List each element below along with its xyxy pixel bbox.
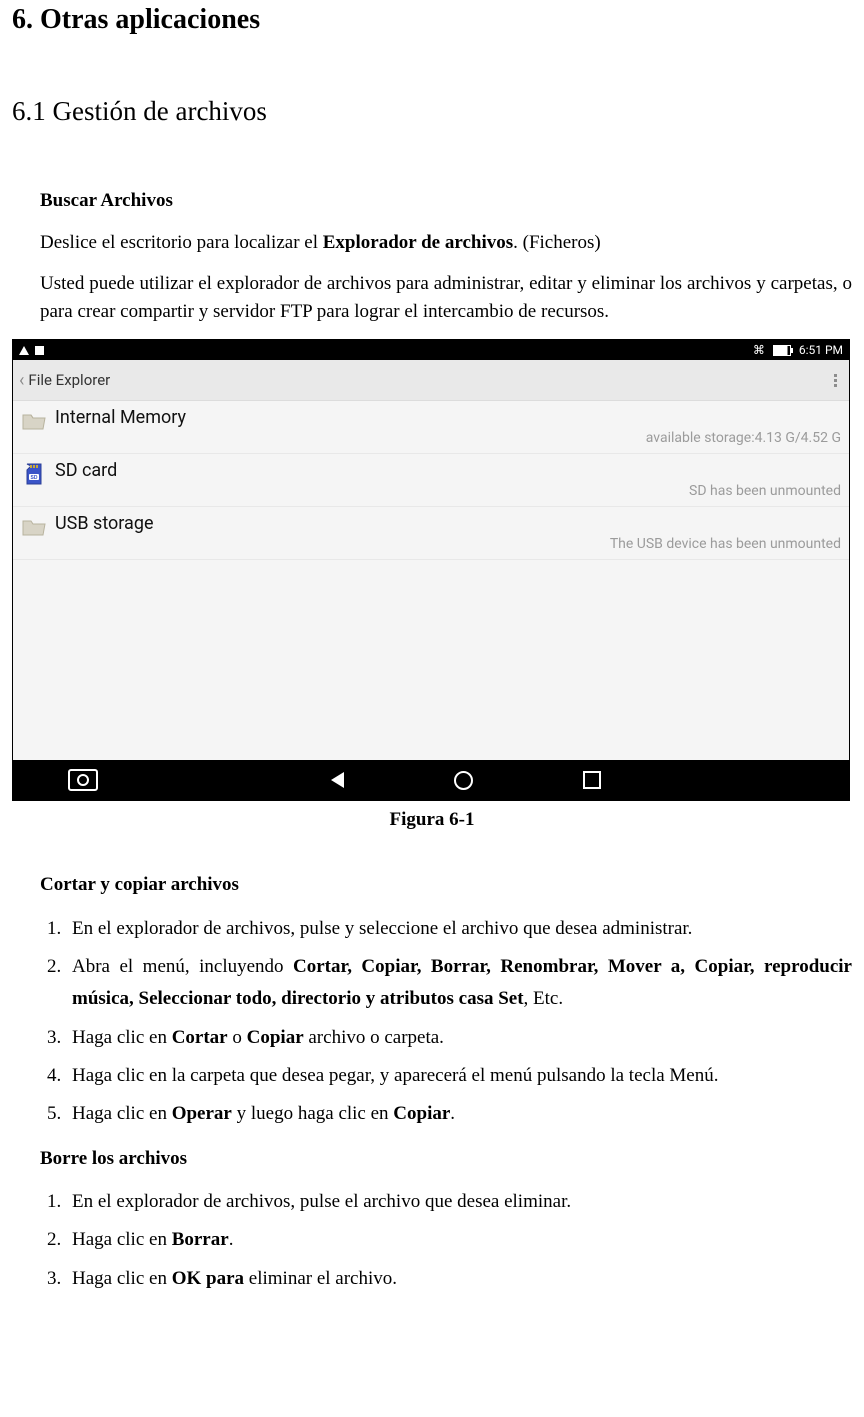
- text-bold: Cortar: [172, 1027, 228, 1048]
- list-item[interactable]: SD SD card SD has been unmounted: [13, 454, 849, 507]
- status-bar: ⌘ 6:51 PM: [13, 340, 849, 360]
- blank-area: [13, 560, 849, 760]
- recent-nav-icon[interactable]: [583, 771, 601, 789]
- text-bold: Copiar: [247, 1027, 304, 1048]
- home-nav-icon[interactable]: [454, 771, 473, 790]
- folder-icon: [21, 409, 47, 433]
- svg-text:SD: SD: [31, 475, 38, 481]
- step: En el explorador de archivos, pulse el a…: [66, 1186, 852, 1218]
- paragraph-title-cortar: Cortar y copiar archivos: [40, 871, 852, 899]
- step: Haga clic en la carpeta que desea pegar,…: [66, 1060, 852, 1092]
- list-item-subtext: available storage:4.13 G/4.52 G: [55, 430, 841, 446]
- step: Haga clic en OK para eliminar el archivo…: [66, 1263, 852, 1295]
- text: Haga clic en: [72, 1103, 172, 1124]
- text-bold: OK para: [172, 1268, 244, 1289]
- list-item[interactable]: Internal Memory available storage:4.13 G…: [13, 401, 849, 454]
- text: Haga clic en: [72, 1268, 172, 1289]
- notification-icon: [35, 346, 44, 355]
- steps-cut-copy: En el explorador de archivos, pulse y se…: [12, 913, 852, 1131]
- paragraph-title-borrar: Borre los archivos: [40, 1145, 852, 1173]
- step: Haga clic en Cortar o Copiar archivo o c…: [66, 1022, 852, 1054]
- back-icon[interactable]: ‹: [17, 370, 26, 391]
- overflow-menu-icon[interactable]: [827, 374, 843, 387]
- figure-caption: Figura 6-1: [12, 809, 852, 831]
- paragraph: Deslice el escritorio para localizar el …: [40, 229, 852, 257]
- subsection-title: 6.1 Gestión de archivos: [12, 96, 852, 127]
- text-bold: Explorador de archivos: [323, 232, 513, 253]
- text: , Etc.: [524, 988, 564, 1009]
- step: En el explorador de archivos, pulse y se…: [66, 913, 852, 945]
- step: Haga clic en Borrar.: [66, 1224, 852, 1256]
- text: . (Ficheros): [513, 232, 601, 253]
- paragraph-title-buscar: Buscar Archivos: [40, 187, 852, 215]
- back-nav-icon[interactable]: [331, 772, 344, 788]
- text: Haga clic en: [72, 1027, 172, 1048]
- text: y luego haga clic en: [232, 1103, 393, 1124]
- paragraph: Usted puede utilizar el explorador de ar…: [40, 270, 852, 325]
- step: Abra el menú, incluyendo Cortar, Copiar,…: [66, 951, 852, 1016]
- text: Abra el menú, incluyendo: [72, 956, 293, 977]
- list-item-label: SD card: [55, 460, 841, 481]
- sd-card-icon: SD: [21, 462, 47, 486]
- text: .: [229, 1229, 234, 1250]
- list-item-label: USB storage: [55, 513, 841, 534]
- text: o: [228, 1027, 247, 1048]
- list-item-label: Internal Memory: [55, 407, 841, 428]
- folder-icon: [21, 515, 47, 539]
- text: .: [450, 1103, 455, 1124]
- text-bold: Borrar: [172, 1229, 229, 1250]
- step: Haga clic en Operar y luego haga clic en…: [66, 1098, 852, 1130]
- app-title: File Explorer: [28, 371, 110, 389]
- list-item-subtext: SD has been unmounted: [55, 483, 841, 499]
- device-screenshot: ⌘ 6:51 PM ‹ File Explorer: [12, 339, 850, 801]
- text: archivo o carpeta.: [304, 1027, 444, 1048]
- warning-icon: [19, 346, 29, 355]
- text: eliminar el archivo.: [244, 1268, 397, 1289]
- bluetooth-icon: ⌘: [753, 343, 765, 357]
- status-time: 6:51 PM: [799, 343, 843, 357]
- list-item[interactable]: USB storage The USB device has been unmo…: [13, 507, 849, 560]
- text: Deslice el escritorio para localizar el: [40, 232, 323, 253]
- steps-delete: En el explorador de archivos, pulse el a…: [12, 1186, 852, 1295]
- list-item-subtext: The USB device has been unmounted: [55, 536, 841, 552]
- app-bar: ‹ File Explorer: [13, 360, 849, 401]
- battery-icon: [773, 345, 791, 356]
- text-bold: Copiar: [393, 1103, 450, 1124]
- text: Haga clic en: [72, 1229, 172, 1250]
- text-bold: Operar: [172, 1103, 232, 1124]
- storage-list: Internal Memory available storage:4.13 G…: [13, 401, 849, 760]
- section-title: 6. Otras aplicaciones: [12, 4, 852, 36]
- navigation-bar: [13, 760, 849, 800]
